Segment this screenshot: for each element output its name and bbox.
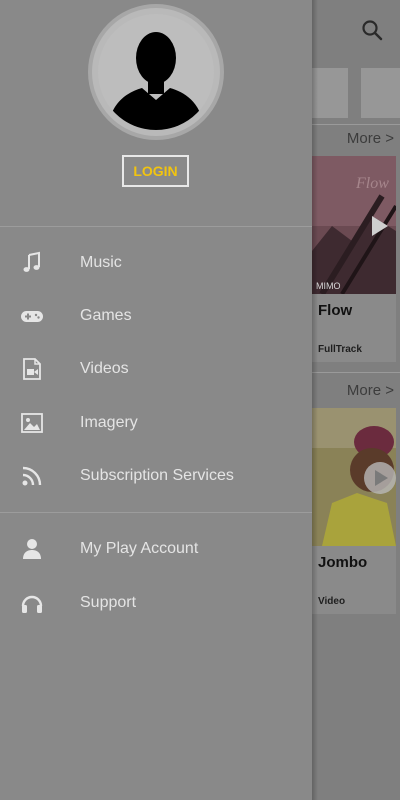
- menu-item-label: Imagery: [80, 414, 138, 431]
- drawer-divider: [0, 226, 312, 227]
- music-note-icon: [23, 251, 40, 272]
- menu-item-music[interactable]: Music: [0, 238, 312, 288]
- menu-item-label: Subscription Services: [80, 467, 234, 484]
- card-subtitle: Video: [318, 596, 346, 607]
- card-thumbnail: [312, 408, 396, 546]
- section-divider: [312, 124, 400, 125]
- menu-item-label: Music: [80, 254, 122, 271]
- menu-item-support[interactable]: Support: [0, 578, 312, 628]
- menu-item-label: My Play Account: [80, 540, 199, 557]
- search-icon[interactable]: [360, 18, 384, 42]
- menu-item-games[interactable]: Games: [0, 291, 312, 341]
- navigation-drawer: LOGIN Music Games Videos Imagery Subscri…: [0, 0, 312, 800]
- video-file-icon: [23, 358, 41, 380]
- category-chip[interactable]: [361, 68, 400, 118]
- card-title: Flow: [318, 302, 353, 319]
- menu-item-imagery[interactable]: Imagery: [0, 398, 312, 448]
- menu-item-subscription-services[interactable]: Subscription Services: [0, 451, 312, 501]
- svg-text:Flow: Flow: [355, 175, 389, 192]
- media-card-jombo[interactable]: Jombo Video: [312, 408, 396, 614]
- media-card-flow[interactable]: Flow MIMO Flow FullTrack: [312, 156, 396, 362]
- login-button[interactable]: LOGIN: [122, 155, 189, 187]
- drawer-shadow: [312, 0, 318, 800]
- menu-item-label: Videos: [80, 360, 129, 377]
- menu-item-videos[interactable]: Videos: [0, 344, 312, 394]
- card-subtitle: FullTrack: [318, 344, 362, 355]
- more-link[interactable]: More >: [347, 130, 394, 147]
- menu-item-my-play-account[interactable]: My Play Account: [0, 524, 312, 574]
- avatar-silhouette-icon: [98, 14, 214, 130]
- card-thumbnail: Flow MIMO: [312, 156, 396, 294]
- drawer-divider: [0, 512, 312, 513]
- menu-item-label: Games: [80, 307, 132, 324]
- more-link[interactable]: More >: [347, 382, 394, 399]
- person-icon: [23, 539, 41, 559]
- image-icon: [21, 413, 43, 433]
- thumb-caption: MIMO: [316, 281, 341, 291]
- menu-item-label: Support: [80, 594, 137, 611]
- gamepad-icon: [21, 311, 43, 322]
- avatar[interactable]: [88, 4, 224, 140]
- rss-icon: [22, 466, 42, 486]
- section-divider: [312, 372, 400, 373]
- headset-icon: [21, 595, 43, 613]
- card-title: Jombo: [318, 554, 368, 571]
